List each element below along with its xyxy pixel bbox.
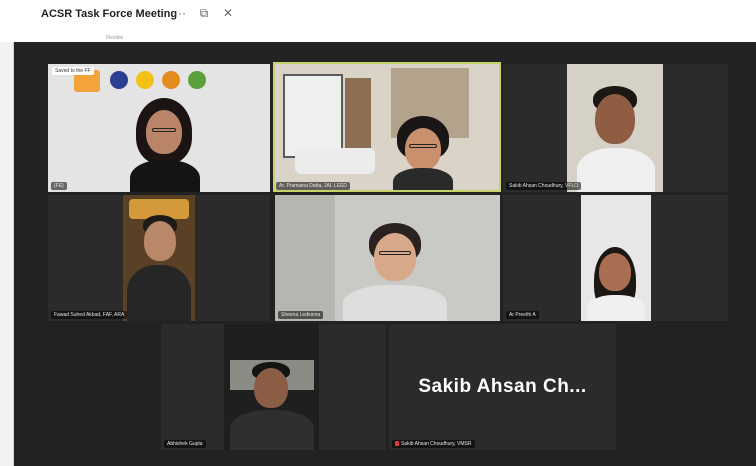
left-panel-edge xyxy=(0,42,14,466)
person-body xyxy=(393,168,453,190)
participant-video xyxy=(123,195,195,321)
background-blur xyxy=(275,195,335,321)
partner-logo-4 xyxy=(188,71,206,89)
participant-name: Sheena Ledesma xyxy=(278,311,324,319)
person-glasses xyxy=(409,144,437,148)
participant-tile-8[interactable]: Sakib Ahsan Ch... Sakib Ahsan Choudhury,… xyxy=(389,324,616,450)
person-face xyxy=(405,128,441,170)
participant-tile-2[interactable]: Ar. Pramiana Datta, JAL LEED xyxy=(273,62,501,192)
mic-muted-icon xyxy=(395,441,399,447)
participant-name: Fawad Suhed Akbad, FAF, ARA xyxy=(51,311,128,319)
person-body xyxy=(587,295,645,321)
meeting-title: ACSR Task Force Meeting xyxy=(41,8,178,20)
room-sofa xyxy=(295,148,375,174)
partner-logo-1 xyxy=(110,71,128,89)
participant-tile-6[interactable]: Ar Preethi A xyxy=(503,195,728,321)
participant-tile-5[interactable]: Sheena Ledesma xyxy=(275,195,500,321)
person-body xyxy=(577,148,655,192)
person-body xyxy=(343,285,447,321)
participant-name: Sakib Ahsan Choudhury, VMSR xyxy=(401,441,472,447)
participant-video xyxy=(567,64,663,192)
room-shelf xyxy=(345,78,371,148)
participant-tile-4[interactable]: Fawad Suhed Akbad, FAF, ARA xyxy=(48,195,270,321)
participant-name: Abhishek Gupta xyxy=(164,440,206,448)
meeting-subtitle: Flexible xyxy=(106,35,124,41)
person-glasses xyxy=(379,251,411,255)
more-icon[interactable]: ··· xyxy=(173,6,187,21)
participant-tile-7[interactable]: Abhishek Gupta xyxy=(161,324,386,450)
partner-logo-3 xyxy=(162,71,180,89)
participant-name-muted: Sakib Ahsan Choudhury, VMSR xyxy=(392,440,475,448)
participant-name: Ar Preethi A xyxy=(506,311,539,319)
title-bar: ACSR Task Force Meeting ··· ⧉ ✕ Flexible xyxy=(0,0,756,42)
person-glasses xyxy=(152,128,176,132)
popout-icon[interactable]: ⧉ xyxy=(197,6,211,21)
person-face xyxy=(146,110,182,154)
close-icon[interactable]: ✕ xyxy=(221,6,235,21)
person-face xyxy=(374,233,416,281)
video-gallery: Saved to the FF (FE) Ar. Pramiana Datta,… xyxy=(14,42,756,466)
participant-video xyxy=(581,195,651,321)
participant-video xyxy=(275,64,499,190)
participant-tile-3[interactable]: Sakib Ahsan Choudhury, VFLO xyxy=(503,64,728,192)
person-face xyxy=(595,94,635,144)
participant-video xyxy=(224,324,319,450)
participant-video xyxy=(48,64,270,192)
person-body xyxy=(130,160,200,192)
title-bar-controls: ··· ⧉ ✕ xyxy=(173,6,235,21)
participant-video xyxy=(275,195,500,321)
person-face xyxy=(254,368,288,408)
person-body xyxy=(230,410,314,450)
person-face xyxy=(599,253,631,291)
participant-name: Sakib Ahsan Choudhury, VFLO xyxy=(506,182,582,190)
participant-tile-1[interactable]: Saved to the FF (FE) xyxy=(48,64,270,192)
partner-logo-2 xyxy=(136,71,154,89)
participant-name: Ar. Pramiana Datta, JAL LEED xyxy=(276,182,350,190)
participant-name: (FE) xyxy=(51,182,67,190)
participant-display-name: Sakib Ahsan Ch... xyxy=(418,376,587,397)
room-window xyxy=(283,74,343,158)
person-face xyxy=(144,221,176,261)
pinned-label: Saved to the FF xyxy=(52,67,94,75)
person-body xyxy=(127,265,191,321)
